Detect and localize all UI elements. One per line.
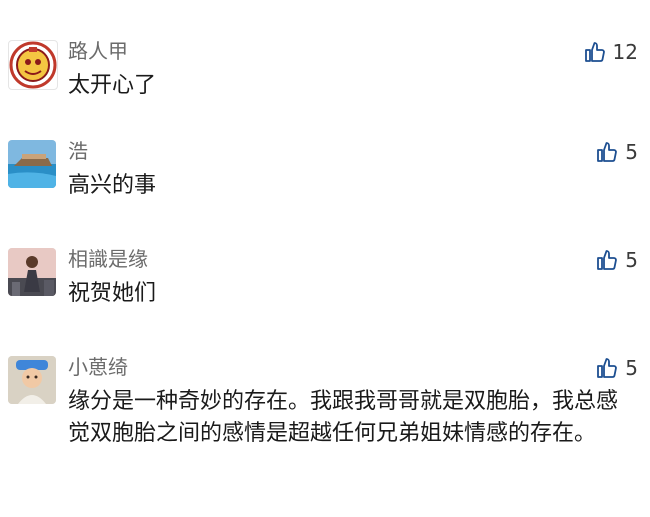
username[interactable]: 浩	[68, 138, 88, 164]
comment-list: 路人甲 太开心了 12 浩 高兴的事 5 相識是缘 祝贺她们 5 小葸绮 缘分是…	[0, 0, 650, 517]
thumbs-up-icon	[583, 40, 607, 64]
like-button[interactable]: 5	[595, 246, 638, 274]
thumbs-up-icon	[595, 140, 619, 164]
username[interactable]: 相識是缘	[68, 246, 148, 272]
comment-text: 太开心了	[68, 73, 157, 98]
thumbs-up-icon	[595, 248, 619, 272]
like-button[interactable]: 5	[595, 138, 638, 166]
like-button[interactable]: 5	[595, 354, 638, 382]
user-avatar[interactable]	[8, 356, 56, 404]
user-avatar[interactable]	[8, 248, 56, 296]
like-count: 12	[612, 40, 638, 64]
like-count: 5	[625, 140, 638, 164]
like-count: 5	[625, 248, 638, 272]
comment-text: 祝贺她们	[68, 281, 157, 306]
comment-text: 高兴的事	[68, 173, 157, 198]
user-avatar[interactable]	[8, 40, 58, 90]
thumbs-up-icon	[595, 356, 619, 380]
like-button[interactable]: 12	[583, 38, 638, 66]
comment-text: 缘分是一种奇妙的存在。我跟我哥哥就是双胞胎，我总感觉双胞胎之间的感情是超越任何兄…	[68, 389, 619, 446]
user-avatar[interactable]	[8, 140, 56, 188]
username[interactable]: 小葸绮	[68, 354, 128, 380]
like-count: 5	[625, 356, 638, 380]
username[interactable]: 路人甲	[68, 38, 128, 64]
